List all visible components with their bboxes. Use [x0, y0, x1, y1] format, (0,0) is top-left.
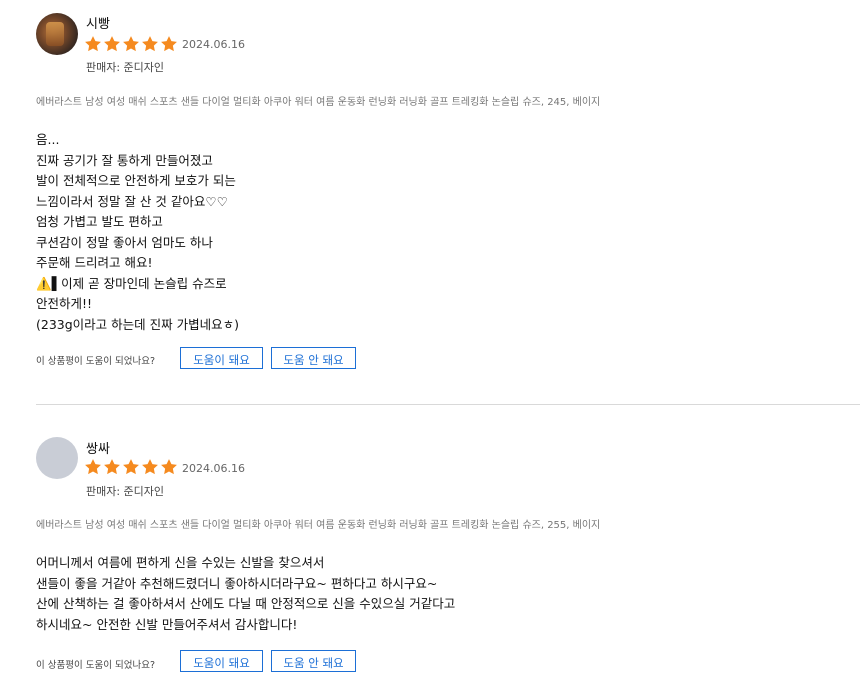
reviewer-avatar [36, 437, 78, 479]
review-line: 진짜 공기가 잘 통하게 만들어졌고 [36, 152, 213, 168]
review-content: 음... 진짜 공기가 잘 통하게 만들어졌고 발이 전체적으로 안전하게 보호… [36, 130, 239, 335]
helpful-yes-button[interactable]: 도움이 돼요 [180, 650, 263, 672]
star-icon [161, 36, 177, 52]
reviewer-nickname: 쌍싸 [86, 442, 110, 457]
review-line: 음... [36, 132, 60, 147]
star-icon [123, 459, 139, 475]
review-line: 발이 전체적으로 안전하게 보호가 되는 [36, 173, 236, 188]
star-icon [123, 36, 139, 52]
product-option: 에버라스트 남성 여성 매쉬 스포츠 샌들 다이얼 멀티화 아쿠아 워터 여름 … [36, 520, 601, 531]
review-line: 샌들이 좋을 거같아 추천해드렸더니 좋아하시더라구요~ 편하다고 하시구요~ [36, 575, 438, 591]
review-content: 어머니께서 여름에 편하게 신을 수있는 신발을 찾으셔서 샌들이 좋을 거같아… [36, 553, 455, 635]
helpful-no-button[interactable]: 도움 안 돼요 [271, 347, 356, 369]
seller-name: 판매자: 준디자인 [86, 61, 165, 74]
review-date: 2024.06.16 [182, 462, 245, 475]
review-line: 느낌이라서 정말 잘 산 것 같아요♡♡ [36, 193, 228, 209]
review-line: (233g이라고 하는데 진짜 가볍네요ㅎ) [36, 316, 239, 332]
review-line: 산에 산책하는 걸 좋아하셔서 산에도 다닐 때 안정적으로 신을 수있으실 거… [36, 596, 456, 611]
star-icon [104, 459, 120, 475]
star-icon [85, 36, 101, 52]
star-icon [161, 459, 177, 475]
helpful-yes-button[interactable]: 도움이 돼요 [180, 347, 263, 369]
seller-name: 판매자: 준디자인 [86, 485, 165, 498]
reviewer-avatar [36, 13, 78, 55]
review-line: 주문해 드리려고 해요! [36, 255, 153, 270]
review-line: 하시네요~ 안전한 신발 만들어주셔서 감사합니다! [36, 616, 298, 632]
helpful-question: 이 상품평이 도움이 되었나요? [36, 660, 155, 671]
review-divider [36, 404, 860, 405]
reviewer-nickname: 시빵 [86, 17, 110, 32]
review-line: 어머니께서 여름에 편하게 신을 수있는 신발을 찾으셔서 [36, 555, 325, 570]
review-line: 엄청 가볍고 발도 편하고 [36, 214, 163, 229]
review-date: 2024.06.16 [182, 38, 245, 51]
helpful-no-button[interactable]: 도움 안 돼요 [271, 650, 356, 672]
review-line: ⚠️▌이제 곧 장마인데 논슬립 슈즈로 [36, 275, 227, 291]
star-icon [85, 459, 101, 475]
product-option: 에버라스트 남성 여성 매쉬 스포츠 샌들 다이얼 멀티화 아쿠아 워터 여름 … [36, 97, 601, 108]
star-icon [142, 459, 158, 475]
review-line: 쿠션감이 정말 좋아서 엄마도 하나 [36, 234, 213, 250]
review-line: 안전하게!! [36, 296, 93, 311]
star-rating [84, 458, 178, 476]
star-rating [84, 35, 178, 53]
star-icon [104, 36, 120, 52]
helpful-question: 이 상품평이 도움이 되었나요? [36, 356, 155, 367]
star-icon [142, 36, 158, 52]
